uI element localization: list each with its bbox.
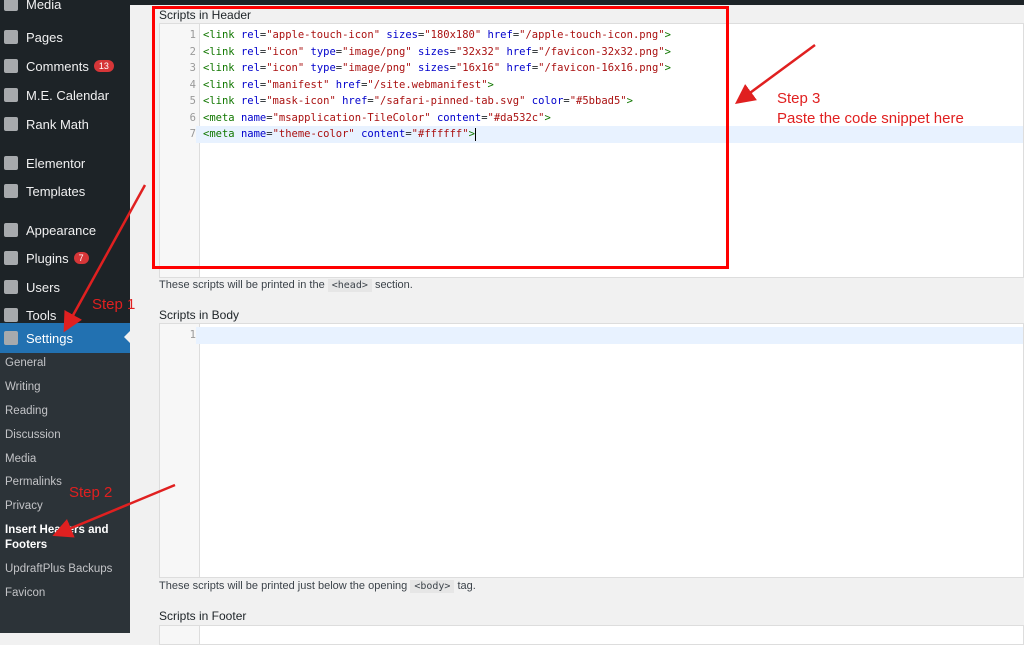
step2-arrow: [52, 483, 176, 538]
annotation-arrows: [52, 43, 816, 538]
step3-arrow: [734, 43, 816, 104]
step1-arrow: [63, 184, 147, 333]
